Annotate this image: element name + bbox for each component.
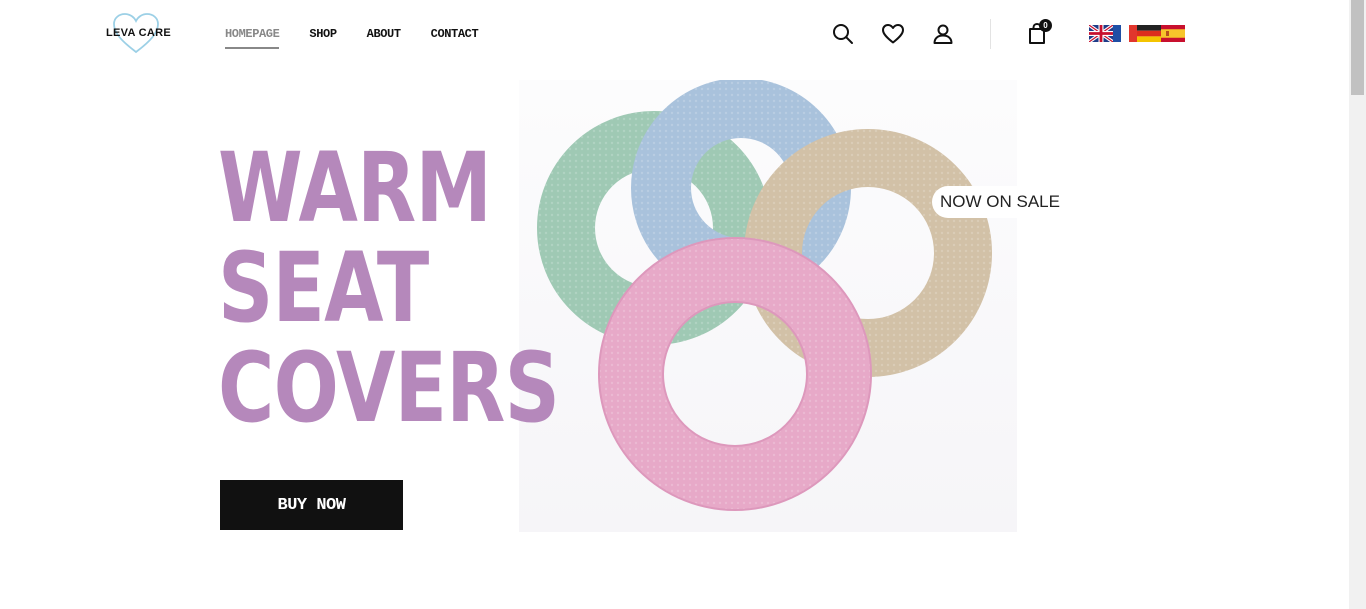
heart-icon[interactable] bbox=[881, 22, 905, 46]
uk-flag-icon[interactable] bbox=[1089, 25, 1113, 42]
hero-title-line: COVERS bbox=[218, 332, 560, 444]
hero-product-image bbox=[519, 80, 1017, 532]
user-icon[interactable] bbox=[931, 22, 955, 46]
buy-now-button[interactable]: BUY NOW bbox=[220, 480, 403, 530]
site-header: LEVA CARE HOMEPAGE SHOP ABOUT CONTACT 0 bbox=[0, 0, 1349, 70]
page-scrollbar[interactable] bbox=[1349, 0, 1366, 609]
header-divider bbox=[990, 19, 991, 49]
nav-shop[interactable]: SHOP bbox=[309, 27, 337, 49]
germany-flag-icon[interactable] bbox=[1137, 25, 1161, 42]
nav-about[interactable]: ABOUT bbox=[367, 27, 401, 49]
logo-text: LEVA CARE bbox=[106, 27, 172, 39]
nav-contact[interactable]: CONTACT bbox=[431, 27, 479, 49]
spain-flag-icon[interactable] bbox=[1161, 25, 1185, 42]
hero-title-line: SEAT bbox=[218, 232, 429, 344]
cart-count-badge: 0 bbox=[1039, 19, 1052, 32]
pink-seat-cover bbox=[598, 237, 872, 511]
search-icon[interactable] bbox=[831, 22, 855, 46]
main-nav: HOMEPAGE SHOP ABOUT CONTACT bbox=[225, 27, 479, 49]
brand-logo[interactable]: LEVA CARE bbox=[104, 12, 172, 54]
hero-title: WARM SEAT COVERS bbox=[218, 132, 560, 444]
cart-icon[interactable]: 0 bbox=[1025, 19, 1052, 46]
hero-title-line: WARM bbox=[218, 132, 492, 244]
sale-badge: NOW ON SALE bbox=[932, 186, 1070, 218]
france-flag-icon[interactable] bbox=[1113, 25, 1137, 42]
nav-homepage[interactable]: HOMEPAGE bbox=[225, 27, 280, 49]
language-switcher bbox=[1089, 25, 1185, 42]
scrollbar-thumb[interactable] bbox=[1351, 0, 1364, 95]
